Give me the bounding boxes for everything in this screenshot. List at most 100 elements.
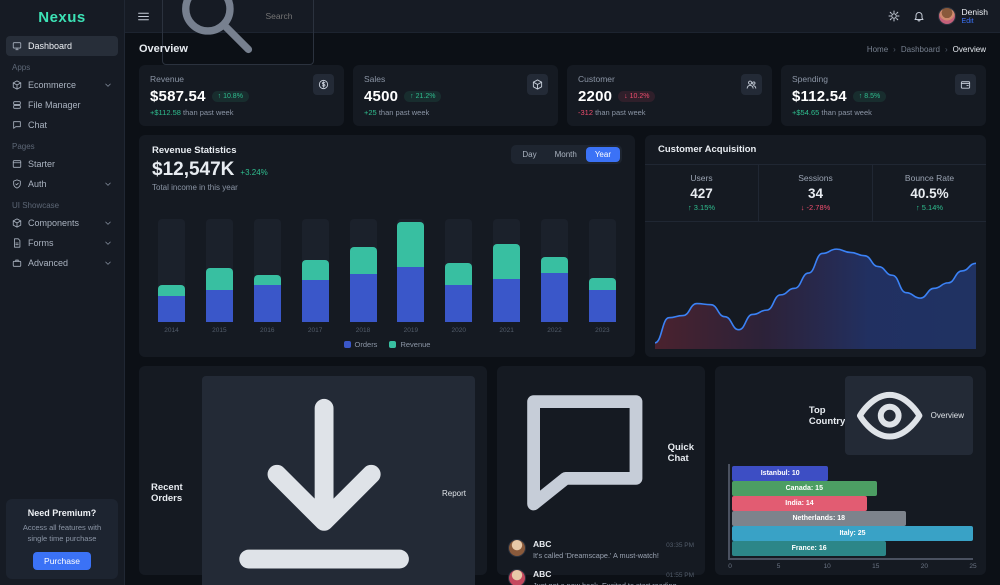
bar-2016[interactable]: 2016 [254, 219, 281, 334]
report-button[interactable]: Report [202, 376, 475, 585]
tab-day[interactable]: Day [513, 147, 545, 162]
country-bar-istanbul[interactable]: Istanbul: 10 [732, 466, 828, 481]
sidebar-item-auth[interactable]: Auth [6, 174, 118, 194]
download-icon [211, 380, 437, 585]
tab-year[interactable]: Year [586, 147, 620, 162]
content: Overview Home›Dashboard›Overview Revenue… [125, 33, 1000, 585]
bar-2017[interactable]: 2017 [302, 219, 329, 334]
bar-2018[interactable]: 2018 [350, 219, 377, 334]
bar-2023[interactable]: 2023 [589, 219, 616, 334]
users-icon [741, 74, 762, 95]
sidebar-item-forms[interactable]: Forms [6, 233, 118, 253]
sidebar: Nexus DashboardAppsEcommerceFile Manager… [0, 0, 125, 585]
breadcrumb-item[interactable]: Home [867, 45, 888, 54]
search-input[interactable] [265, 11, 305, 21]
app-logo: Nexus [0, 0, 124, 34]
sidebar-item-starter[interactable]: Starter [6, 154, 118, 174]
user-name: Denish [962, 7, 988, 17]
file-icon [12, 238, 22, 248]
avatar [508, 539, 526, 557]
sidebar-item-chat[interactable]: Chat [6, 115, 118, 135]
sidebar-item-advanced[interactable]: Advanced [6, 253, 118, 273]
recent-orders-card: Recent Orders Report ProductPriceDateSta… [139, 366, 487, 575]
sidebar-item-file-manager[interactable]: File Manager [6, 95, 118, 115]
stats-row: Revenue$587.54↑ 10.8%+$112.58 than past … [139, 65, 986, 126]
top-country-title: Top Country [809, 405, 845, 427]
customer-acquisition-card: Customer Acquisition Users427↑ 3.15%Sess… [645, 135, 986, 357]
country-bar-india[interactable]: India: 14 [732, 496, 867, 511]
country-bar-france[interactable]: France: 16 [732, 541, 886, 556]
sidebar-item-dashboard[interactable]: Dashboard [6, 36, 118, 56]
sidebar-item-ecommerce[interactable]: Ecommerce [6, 75, 118, 95]
menu-icon[interactable] [137, 10, 150, 23]
trend-badge: ↑ 8.5% [853, 91, 886, 102]
axis-tick: 5 [777, 563, 781, 570]
acquisition-metrics: Users427↑ 3.15%Sessions34↓ -2.78%Bounce … [645, 165, 986, 222]
breadcrumb: Home›Dashboard›Overview [867, 45, 986, 54]
country-x-axis: 0510152025 [730, 560, 973, 567]
sidebar-item-components[interactable]: Components [6, 213, 118, 233]
purchase-button[interactable]: Purchase [33, 552, 91, 570]
bar-2021[interactable]: 2021 [493, 219, 520, 334]
chevron-down-icon [104, 180, 112, 188]
chevron-down-icon [104, 81, 112, 89]
dollar-icon [313, 74, 334, 95]
stat-card-customer: Customer2200↓ 10.2%-312 than past week [567, 65, 772, 126]
trend-badge: ↓ 10.2% [618, 91, 655, 102]
sidebar-section-label: Pages [6, 135, 118, 154]
bar-2020[interactable]: 2020 [445, 219, 472, 334]
metric-sessions: Sessions34↓ -2.78% [759, 165, 873, 221]
bar-2015[interactable]: 2015 [206, 219, 233, 334]
breadcrumb-item[interactable]: Dashboard [901, 45, 940, 54]
bar-2019[interactable]: 2019 [397, 219, 424, 334]
page-title: Overview [139, 43, 188, 55]
bar-2014[interactable]: 2014 [158, 219, 185, 334]
chat-message[interactable]: ABC03:35 PMIt's called 'Dreamscape.' A m… [508, 539, 694, 561]
topbar-actions: Denish Edit [888, 7, 988, 25]
stat-card-sales: Sales4500↑ 21.2%+25 than past week [353, 65, 558, 126]
revenue-statistics-title: Revenue Statistics [152, 145, 268, 156]
server-icon [12, 100, 22, 110]
axis-tick: 15 [872, 563, 879, 570]
avatar [508, 569, 526, 585]
sidebar-section-label: UI Showcase [6, 194, 118, 213]
country-bar-netherlands[interactable]: Netherlands: 18 [732, 511, 906, 526]
chat-message[interactable]: ABC01:55 PMJust got a new book. Excited … [508, 569, 694, 585]
stat-card-spending: Spending$112.54↑ 8.5%+$54.65 than past w… [781, 65, 986, 126]
breadcrumb-item[interactable]: Overview [953, 45, 986, 54]
avatar [938, 7, 956, 25]
customer-acquisition-title: Customer Acquisition [645, 135, 986, 165]
chat-icon [508, 376, 662, 530]
revenue-change: +3.24% [240, 168, 267, 177]
chart-legend: OrdersRevenue [152, 340, 622, 349]
bar-2022[interactable]: 2022 [541, 219, 568, 334]
acquisition-area-chart [655, 230, 976, 349]
chevron-down-icon [104, 259, 112, 267]
country-overview-button[interactable]: Overview [845, 376, 973, 455]
user-edit-link[interactable]: Edit [962, 18, 988, 25]
period-tabs: DayMonthYear [511, 145, 622, 164]
theme-toggle-sun-icon[interactable] [888, 10, 900, 22]
premium-text: Access all features with single time pur… [13, 523, 111, 544]
sidebar-nav: DashboardAppsEcommerceFile ManagerChatPa… [0, 34, 124, 493]
country-bar-canada[interactable]: Canada: 15 [732, 481, 877, 496]
trend-badge: ↑ 21.2% [404, 91, 441, 102]
axis-tick: 25 [969, 563, 976, 570]
premium-title: Need Premium? [13, 508, 111, 518]
topbar: Denish Edit [125, 0, 1000, 33]
top-country-card: undefined Top Country Overview Istanbul:… [715, 366, 986, 575]
box-icon [12, 80, 22, 90]
sidebar-section-label: Apps [6, 56, 118, 75]
main-area: Denish Edit Overview Home›Dashboard›Over… [125, 0, 1000, 585]
axis-tick: 0 [728, 563, 732, 570]
tab-month[interactable]: Month [546, 147, 586, 162]
revenue-total-value: $12,547K [152, 159, 234, 181]
revenue-bar-chart: 2014 2015 2016 2017 2018 2019 2020 2021 2022 2023 [152, 202, 622, 334]
metric-bounce-rate: Bounce Rate40.5%↑ 5.14% [873, 165, 986, 221]
eye-icon [854, 380, 925, 451]
monitor-icon [12, 41, 22, 51]
country-bar-italy[interactable]: Italy: 25 [732, 526, 973, 541]
user-menu[interactable]: Denish Edit [938, 7, 988, 25]
box-icon [527, 74, 548, 95]
notifications-bell-icon[interactable] [913, 10, 925, 22]
